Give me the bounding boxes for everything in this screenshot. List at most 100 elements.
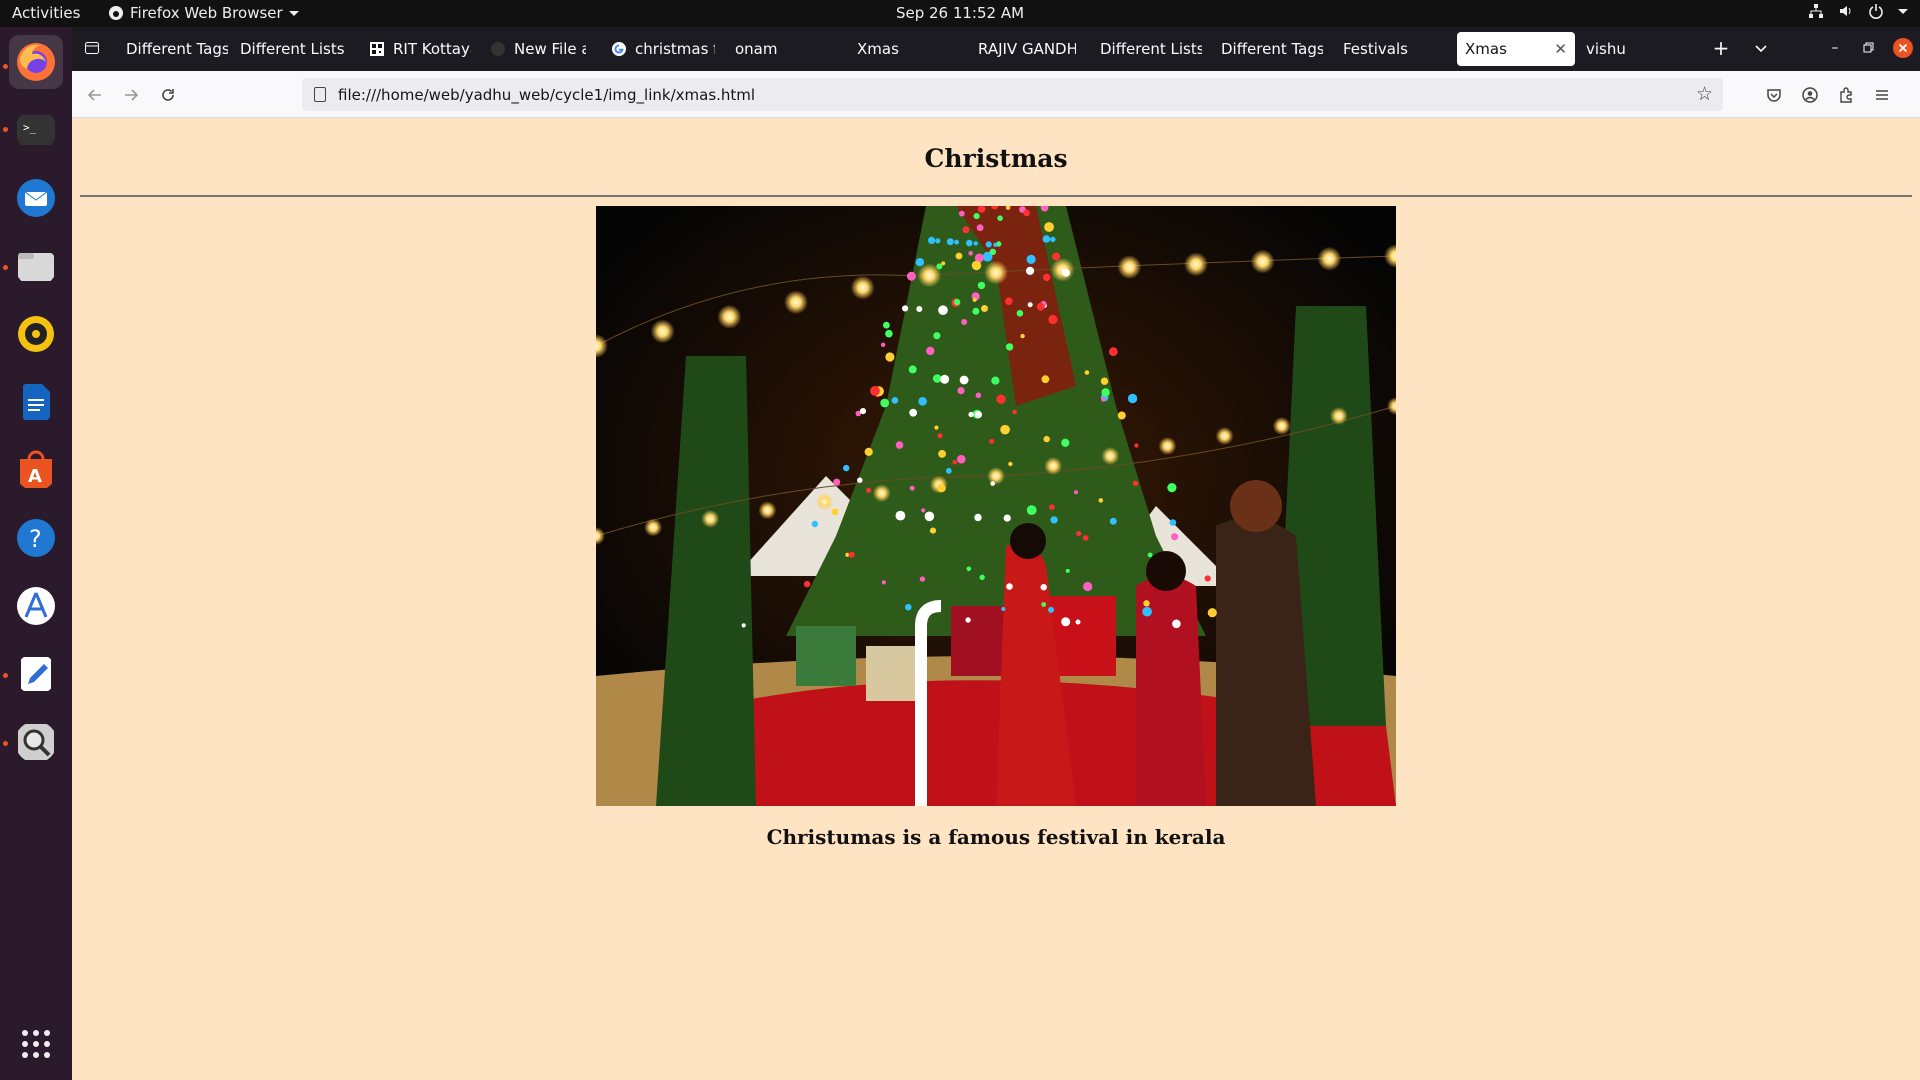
pocket-button[interactable] <box>1760 81 1788 109</box>
tab-close-icon[interactable]: ✕ <box>1554 40 1567 58</box>
tree-light <box>848 551 855 558</box>
tab[interactable]: onam <box>727 32 837 66</box>
firefox-view-button[interactable] <box>80 36 104 60</box>
forward-button[interactable] <box>117 81 145 109</box>
tree-light <box>880 398 890 408</box>
tab[interactable]: Festivals <box>1335 32 1445 66</box>
extensions-button[interactable] <box>1832 81 1860 109</box>
page-icon <box>314 87 326 102</box>
navigation-toolbar: file:///home/web/yadhu_web/cycle1/img_li… <box>72 71 1920 118</box>
tab-label: christmas fe <box>635 40 715 58</box>
tab[interactable]: Different Lists <box>232 32 350 66</box>
tab-label: Different Tags <box>126 40 228 58</box>
tree-light <box>990 481 995 486</box>
app-menu-button[interactable] <box>1868 81 1896 109</box>
app-menu[interactable]: Firefox Web Browser <box>108 4 299 22</box>
tab-selected[interactable]: Xmas ✕ <box>1457 32 1575 66</box>
tab[interactable]: Different Tags <box>118 32 228 66</box>
christmas-tree-photo[interactable] <box>596 206 1396 806</box>
tree-light <box>906 271 916 281</box>
running-indicator <box>3 265 8 270</box>
minimize-button[interactable]: – <box>1823 36 1847 60</box>
tree-light <box>919 576 926 582</box>
tree-light <box>1049 504 1055 510</box>
files-icon <box>18 253 54 281</box>
tab[interactable]: vishu <box>1578 32 1688 66</box>
tree-light <box>1074 490 1078 495</box>
tree-light <box>859 408 867 415</box>
restore-button[interactable] <box>1856 36 1880 60</box>
writer-icon <box>23 384 50 420</box>
tree-light <box>974 411 982 419</box>
tab[interactable]: Different Tags <box>1213 32 1323 66</box>
tree-light <box>996 394 1006 404</box>
firefox-window: Different Tags Different Lists RIT Kotta… <box>72 27 1920 1080</box>
software-updater-icon <box>17 587 55 625</box>
dock-firefox[interactable] <box>9 35 63 89</box>
dock-rhythmbox[interactable] <box>9 307 63 361</box>
tree-light <box>976 224 984 232</box>
dock-text-editor[interactable] <box>9 647 63 701</box>
back-arrow-icon <box>87 89 101 101</box>
tree-light <box>1027 302 1033 308</box>
tree-light <box>928 236 936 244</box>
reload-button[interactable] <box>154 81 182 109</box>
tree-light <box>940 374 950 384</box>
dock-libreoffice-writer[interactable] <box>9 375 63 429</box>
close-window-button[interactable] <box>1891 36 1915 60</box>
system-status-area[interactable] <box>1808 3 1908 19</box>
tree-light <box>977 281 986 290</box>
string-light <box>850 275 875 300</box>
tree-light <box>924 511 935 522</box>
firefox-small-icon <box>109 6 123 20</box>
string-light <box>1101 447 1120 465</box>
app-menu-label: Firefox Web Browser <box>130 4 283 22</box>
puzzle-icon <box>1840 87 1852 103</box>
tree-light <box>1134 443 1139 448</box>
tab[interactable]: New File at <box>482 32 586 66</box>
activities-button[interactable]: Activities <box>12 4 80 22</box>
tab[interactable]: christmas fe <box>603 32 715 66</box>
tab-label: Xmas <box>857 40 899 58</box>
string-light <box>1272 417 1291 435</box>
tree-light <box>1142 606 1152 617</box>
clock[interactable]: Sep 26 11:52 AM <box>896 4 1024 22</box>
tab[interactable]: RIT Kottayam <box>361 32 471 66</box>
tab[interactable]: RAJIV GANDHI <box>970 32 1076 66</box>
new-tab-button[interactable]: + <box>1709 36 1733 60</box>
string-light <box>1184 252 1208 277</box>
string-light <box>987 467 1005 485</box>
tree-light <box>1061 438 1070 447</box>
dock-app-center[interactable]: A <box>9 443 63 497</box>
show-apps-button[interactable] <box>9 1017 63 1071</box>
account-button[interactable] <box>1796 81 1824 109</box>
tree-light <box>946 238 954 246</box>
tree-light <box>1147 552 1153 558</box>
bookmark-star-icon[interactable]: ☆ <box>1696 83 1713 105</box>
tree-light <box>938 450 946 458</box>
tree-light <box>966 239 973 247</box>
tree-light <box>916 306 923 312</box>
tree-light <box>926 346 935 356</box>
dock-files[interactable] <box>9 239 63 293</box>
back-button[interactable] <box>81 81 109 109</box>
tree-light <box>1098 498 1104 503</box>
tab[interactable]: Different Lists <box>1092 32 1202 66</box>
list-all-tabs-button[interactable] <box>1749 36 1773 60</box>
tab[interactable]: Xmas <box>849 32 959 66</box>
tree-light <box>997 215 1003 221</box>
tree-light <box>833 478 841 486</box>
tree-light <box>905 603 912 611</box>
tree-light <box>1043 273 1051 282</box>
tree-light <box>1050 236 1056 243</box>
tree-light <box>952 460 958 465</box>
url-text[interactable]: file:///home/web/yadhu_web/cycle1/img_li… <box>338 86 755 104</box>
dock-software-updater[interactable] <box>9 579 63 633</box>
tab-strip: Different Tags Different Lists RIT Kotta… <box>72 27 1920 71</box>
dock-thunderbird[interactable] <box>9 171 63 225</box>
tree-light <box>979 574 985 580</box>
dock-terminal[interactable]: >_ <box>9 103 63 157</box>
dock-help[interactable]: ? <box>9 511 63 565</box>
url-bar[interactable]: file:///home/web/yadhu_web/cycle1/img_li… <box>302 78 1723 111</box>
dock-screenshot[interactable] <box>9 715 63 769</box>
